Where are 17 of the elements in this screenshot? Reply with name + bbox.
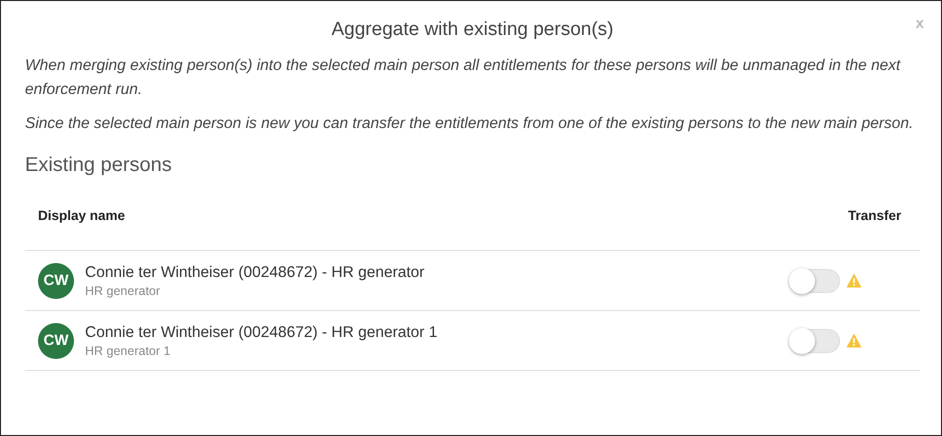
column-header: Transfer (848, 208, 902, 223)
person-name: Connie ter Wintheiser (00248672) - HR generator 1 (85, 324, 438, 342)
person-name: Connie ter Wintheiser (00248672) - HR generator (85, 264, 426, 282)
person-subtitle: HR generator (85, 284, 162, 298)
close-button[interactable]: x (914, 15, 926, 32)
warning-icon (846, 333, 862, 348)
avatar: CW (38, 262, 74, 298)
info-paragraph: When merging existing person(s) into the selected main person all entitlements for these persons will be unmanaged in the next enforcement run. (25, 56, 902, 100)
transfer-toggle[interactable] (792, 328, 840, 352)
info-paragraph: Since the selected main person is new you can transfer the entitlements from one of the existing persons to the new main person. (25, 114, 914, 134)
avatar: CW (38, 322, 74, 358)
section-title: Existing persons (25, 154, 173, 177)
column-header: Display name (38, 208, 126, 223)
warning-icon (846, 273, 862, 288)
person-subtitle: HR generator 1 (85, 344, 172, 358)
dialog-title: Aggregate with existing person(s) (332, 19, 614, 40)
transfer-toggle[interactable] (792, 268, 840, 292)
